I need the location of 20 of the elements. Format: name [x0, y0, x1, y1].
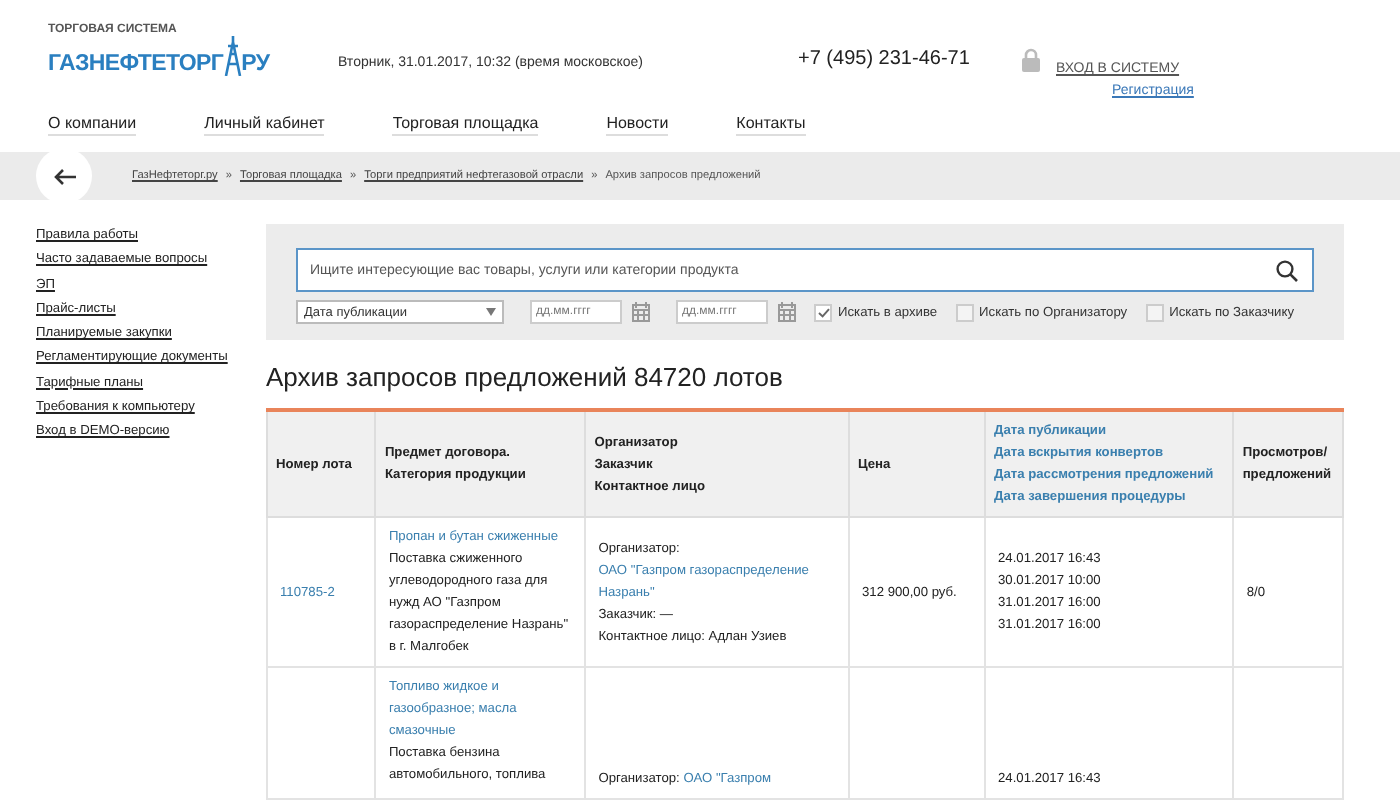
search-icon[interactable] [1276, 260, 1298, 282]
lock-icon [1022, 48, 1040, 72]
back-arrow-icon [53, 167, 75, 185]
logo-text[interactable]: ГАЗНЕФТЕТОРГ [48, 52, 224, 76]
phone-number: +7 (495) 231-46-71 [798, 48, 972, 70]
nav-link[interactable]: Контакты [736, 114, 806, 136]
logo-text[interactable]: РУ [241, 52, 270, 76]
calendar-icon[interactable] [632, 302, 650, 322]
caret-icon [486, 308, 496, 316]
back-button[interactable] [36, 148, 92, 204]
nav-link[interactable]: Личный кабинет [204, 114, 325, 136]
calendar-icon[interactable] [778, 302, 796, 322]
checkbox[interactable] [955, 303, 974, 321]
checkbox[interactable] [1145, 303, 1164, 321]
oil-derrick-icon [223, 36, 242, 76]
nav-link[interactable]: О компании [48, 114, 137, 136]
nav-link[interactable]: Торговая площадка [392, 114, 539, 136]
checkbox[interactable] [814, 303, 832, 321]
nav-link[interactable]: Новости [606, 114, 669, 136]
page-title: Архив запросов предложений 84720 лотов [266, 362, 785, 392]
